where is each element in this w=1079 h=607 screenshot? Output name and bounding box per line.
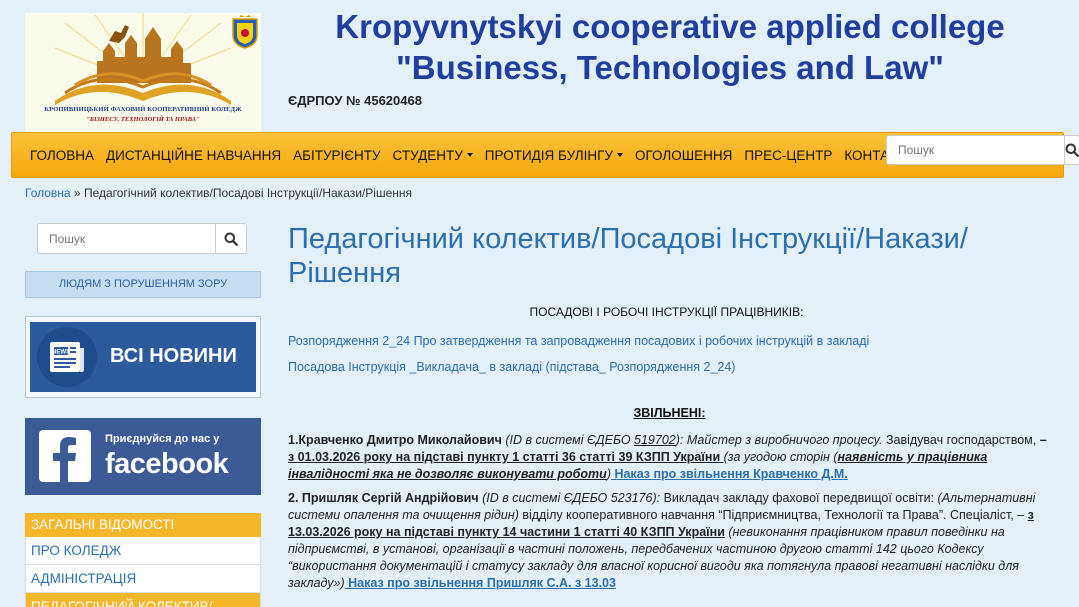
- sidebar-item-teaching-staff[interactable]: ПЕДАГОГІЧНИЙ КОЛЕКТИВ/: [25, 593, 261, 607]
- logo-text-line2: "БІЗНЕСУ, ТЕХНОЛОГІЙ ТА ПРАВА": [86, 116, 200, 123]
- main-nav: ГОЛОВНА ДИСТАНЦІЙНЕ НАВЧАННЯ АБІТУРІЄНТУ СТ…: [11, 132, 1079, 178]
- nav-item-4[interactable]: ПРОТИДІЯ БУЛІНГУ: [485, 148, 623, 163]
- page-title-line2: Рішення: [288, 257, 401, 289]
- entry1-name: 1.Кравченко Дмитро Миколайович: [288, 433, 502, 447]
- nav-item-6[interactable]: ПРЕС-ЦЕНТР: [744, 148, 832, 163]
- sidebar-item-administration[interactable]: АДМІНІСТРАЦІЯ: [25, 565, 261, 593]
- entry1-id-number: 519702: [634, 433, 676, 447]
- entry2-order-link[interactable]: Наказ про звільнення Пришляк С.А. з 13.0…: [345, 576, 616, 590]
- facebook-wordmark: facebook: [105, 448, 229, 480]
- all-news-banner[interactable]: NEWS ВСІ НОВИНИ: [25, 316, 261, 398]
- facebook-banner[interactable]: Приєднуйся до нас у facebook: [25, 418, 261, 495]
- entry1-id-suffix: ): Майстер з виробничого процесу.: [675, 433, 883, 447]
- nav-item-label: ПРОТИДІЯ БУЛІНГУ: [484, 147, 613, 163]
- breadcrumb: Головна » Педагогічний колектив/Посадові…: [25, 186, 412, 200]
- news-icon: NEWS: [37, 327, 97, 387]
- all-news-banner-inner: NEWS ВСІ НОВИНИ: [30, 322, 256, 392]
- nav-item-label: ДИСТАНЦІЙНЕ НАВЧАННЯ: [106, 147, 282, 163]
- search-icon: [224, 232, 238, 246]
- dropdown-caret-icon: [466, 153, 473, 157]
- nav-item-1[interactable]: ДИСТАНЦІЙНЕ НАВЧАННЯ: [106, 148, 281, 163]
- sidebar-search: [37, 223, 247, 254]
- city-emblem: [232, 15, 258, 49]
- nav-item-3[interactable]: СТУДЕНТУ: [393, 148, 473, 163]
- entry1-position: Завідувач господарством,: [882, 433, 1040, 447]
- main-content: Педагогічний колектив/Посадові Інструкці…: [288, 222, 1048, 592]
- entry2-department: відділу кооперативного навчання “Підприє…: [518, 508, 1028, 522]
- nav-search: [886, 135, 1079, 165]
- news-icon-label: NEWS: [52, 350, 70, 356]
- page-title: Педагогічний колектив/Посадові Інструкці…: [288, 222, 1048, 290]
- site-title-line2: "Business, Technologies and Law": [396, 49, 944, 86]
- sidebar-search-input[interactable]: [37, 223, 216, 254]
- search-icon: [1065, 143, 1079, 157]
- page-title-line1: Педагогічний колектив/Посадові Інструкці…: [288, 223, 968, 255]
- order-2-24-link[interactable]: Розпорядження 2_24 Про затвердження та з…: [288, 334, 1048, 348]
- nav-item-5[interactable]: ОГОЛОШЕННЯ: [635, 148, 732, 163]
- sidebar-menu-heading: ЗАГАЛЬНІ ВІДОМОСТІ: [25, 513, 261, 537]
- nav-item-label: ПРЕС-ЦЕНТР: [744, 147, 833, 163]
- college-logo[interactable]: КРОПИВНИЦЬКИЙ ФАХОВИЙ КООПЕРАТИВНИЙ КОЛЕ…: [25, 13, 261, 132]
- entry1-order-link[interactable]: Наказ про звільнення Кравченко Д.М.: [611, 467, 847, 481]
- nav-item-label: СТУДЕНТУ: [392, 147, 463, 163]
- sidebar-search-button[interactable]: [216, 223, 247, 254]
- breadcrumb-current: Педагогічний колектив/Посадові Інструкці…: [83, 186, 412, 200]
- entry2-name: 2. Пришляк Сергій Андрійович: [288, 491, 479, 505]
- entry1-reason-open: (за угодою сторін (: [723, 450, 838, 464]
- all-news-label: ВСІ НОВИНИ: [110, 345, 237, 367]
- dismissal-entry-2: 2. Пришляк Сергій Андрійович (ID в систе…: [288, 490, 1048, 592]
- entry1-date-basis: з 01.03.2026 року на підставі пункту 1 с…: [288, 450, 724, 464]
- nav-item-label: ОГОЛОШЕННЯ: [634, 147, 733, 163]
- sidebar-item-about[interactable]: ПРО КОЛЕДЖ: [25, 537, 261, 565]
- breadcrumb-home-link[interactable]: Головна: [25, 186, 71, 200]
- instructions-subheading: ПОСАДОВІ І РОБОЧІ ІНСТРУКЦІЇ ПРАЦІВНИКІВ…: [529, 305, 804, 319]
- entry2-position: Викладач закладу фахової передвищої осві…: [660, 491, 935, 505]
- site-header: КРОПИВНИЦЬКИЙ ФАХОВИЙ КООПЕРАТИВНИЙ КОЛЕ…: [0, 0, 1079, 132]
- nav-item-2[interactable]: АБІТУРІЄНТУ: [293, 148, 380, 163]
- nav-search-button[interactable]: [1065, 135, 1079, 165]
- dropdown-caret-icon: [616, 153, 623, 157]
- edrpou-code: ЄДРПОУ № 45620468: [288, 93, 422, 108]
- entry1-dash: –: [1039, 433, 1047, 447]
- sidebar-menu: ЗАГАЛЬНІ ВІДОМОСТІ ПРО КОЛЕДЖ АДМІНІСТРА…: [25, 513, 261, 607]
- facebook-join-text: Приєднуйся до нас у: [105, 433, 220, 445]
- site-title-line1: Kropyvnytskyi cooperative applied colleg…: [335, 8, 1005, 45]
- low-vision-button[interactable]: ЛЮДЯМ З ПОРУШЕННЯМ ЗОРУ: [25, 271, 261, 298]
- entry2-id: (ID в системі ЄДЕБО 523176):: [478, 491, 661, 505]
- nav-item-0[interactable]: ГОЛОВНА: [30, 148, 94, 163]
- entry1-id-prefix: (ID в системі ЄДЕБО: [501, 433, 635, 447]
- nav-item-label: АБІТУРІЄНТУ: [293, 147, 381, 163]
- facebook-f-icon: [39, 430, 91, 482]
- site-title: Kropyvnytskyi cooperative applied colleg…: [290, 6, 1050, 88]
- nav-items: ГОЛОВНА ДИСТАНЦІЙНЕ НАВЧАННЯ АБІТУРІЄНТУ СТ…: [30, 133, 927, 177]
- breadcrumb-separator: »: [70, 186, 84, 200]
- dismissal-entry-1: 1.Кравченко Дмитро Миколайович (ID в сис…: [288, 432, 1048, 483]
- logo-text-line1: КРОПИВНИЦЬКИЙ ФАХОВИЙ КООПЕРАТИВНИЙ КОЛЕ…: [44, 106, 242, 113]
- teacher-instruction-link[interactable]: Посадова Інструкція _Викладача_ в заклад…: [288, 360, 1048, 374]
- dismissed-heading: ЗВІЛЬНЕНІ:: [633, 406, 706, 420]
- nav-item-label: ГОЛОВНА: [30, 147, 95, 163]
- nav-search-input[interactable]: [886, 135, 1065, 165]
